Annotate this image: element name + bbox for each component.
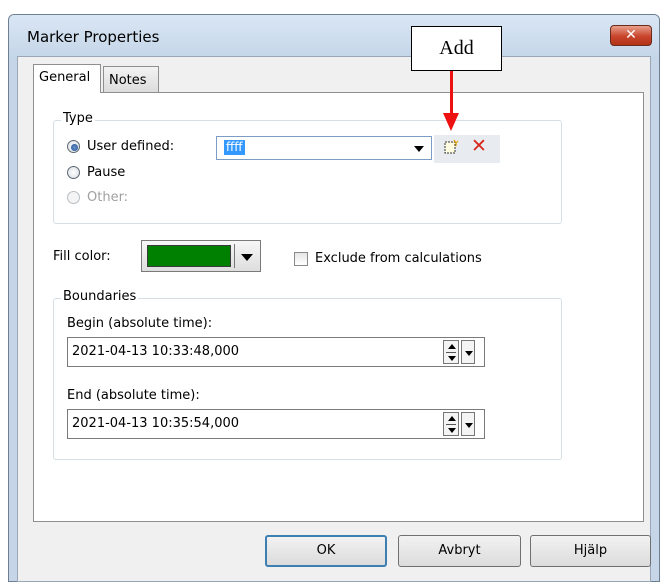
tab-general[interactable]: General: [33, 64, 101, 93]
begin-time-value: 2021-04-13 10:33:48,000: [72, 344, 240, 359]
chevron-down-icon: [465, 351, 473, 356]
help-button[interactable]: Hjälp: [530, 535, 651, 567]
exclude-label: Exclude from calculations: [315, 251, 482, 266]
cancel-button[interactable]: Avbryt: [398, 535, 521, 567]
close-button[interactable]: ✕: [610, 25, 652, 46]
boundaries-group-label: Boundaries: [61, 289, 139, 304]
begin-time-dropdown[interactable]: [461, 340, 475, 364]
radio-user-defined-label: User defined:: [87, 139, 175, 154]
user-defined-combobox[interactable]: [216, 136, 432, 160]
radio-other-label: Other:: [87, 190, 129, 205]
begin-time-label: Begin (absolute time):: [67, 316, 213, 331]
end-time-label: End (absolute time):: [67, 388, 200, 403]
add-callout: Add: [411, 26, 502, 71]
fill-color-swatch: [147, 245, 231, 267]
chevron-down-icon: [465, 423, 473, 428]
delete-x-glyph: ✕: [471, 135, 487, 157]
delete-x-icon[interactable]: ✕: [471, 135, 487, 157]
chevron-down-icon[interactable]: [241, 254, 253, 261]
fill-color-label: Fill color:: [53, 249, 111, 264]
end-time-dropdown[interactable]: [461, 412, 475, 436]
tab-notes[interactable]: Notes: [103, 66, 159, 92]
user-defined-value: ffff: [224, 140, 245, 155]
end-time-value: 2021-04-13 10:35:54,000: [72, 416, 240, 431]
new-item-icon[interactable]: [443, 139, 459, 155]
radio-user-defined[interactable]: [67, 140, 80, 153]
chevron-down-icon[interactable]: [414, 146, 424, 152]
add-arrow-head: [443, 113, 459, 131]
end-time-spinner[interactable]: [443, 412, 459, 436]
add-arrow-shaft: [450, 71, 453, 115]
radio-other: [67, 191, 80, 204]
type-group-label: Type: [61, 111, 95, 126]
ok-button[interactable]: OK: [265, 535, 387, 567]
window-title: Marker Properties: [27, 28, 160, 46]
exclude-checkbox[interactable]: [294, 252, 308, 266]
close-icon: ✕: [625, 27, 637, 43]
radio-pause-label: Pause: [87, 165, 126, 180]
fill-color-separator: [234, 244, 235, 268]
radio-pause[interactable]: [67, 166, 80, 179]
begin-time-spinner[interactable]: [443, 340, 459, 364]
